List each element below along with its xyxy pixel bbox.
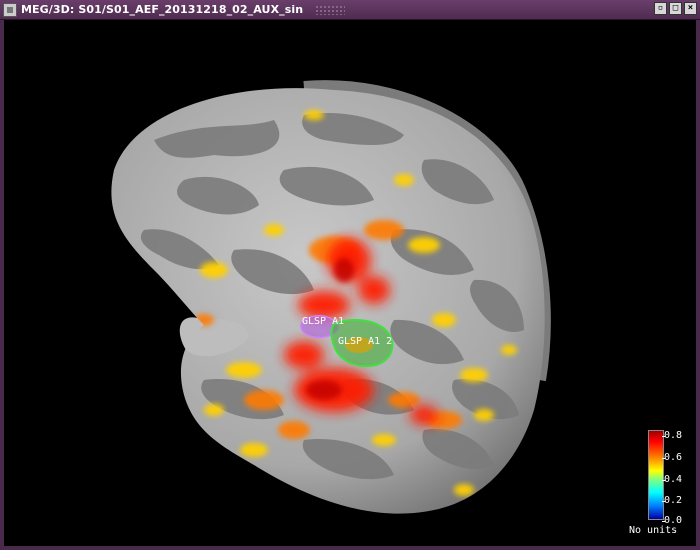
colorbar-units: No units [629,525,678,536]
titlebar-grip [315,4,346,15]
scout-label-a1: GLSP A1 [302,316,345,327]
app-icon[interactable] [3,2,17,17]
colorbar-tick: 0.6 [661,452,683,463]
cortex-surface[interactable] [4,20,696,546]
minimize-button[interactable]: ▫ [654,2,667,15]
3d-viewport[interactable]: GLSP A1 GLSP A1 2 0.8 0.6 0.4 0.2 0.0 No… [4,20,696,546]
title-bar[interactable]: MEG/3D: S01/S01_AEF_20131218_02_AUX_sin … [0,0,700,20]
window-title: MEG/3D: S01/S01_AEF_20131218_02_AUX_sin [21,3,304,16]
meg-3d-window: MEG/3D: S01/S01_AEF_20131218_02_AUX_sin … [0,0,700,550]
maximize-button[interactable]: □ [669,2,682,15]
colorbar-tick: 0.4 [661,474,683,485]
window-controls: ▫ □ × [654,2,697,15]
colorbar [648,430,664,520]
scout-label-a1-2: GLSP A1 2 [338,336,393,347]
close-button[interactable]: × [684,2,697,15]
colorbar-tick: 0.2 [661,495,683,506]
colorbar-tick: 0.8 [661,430,683,441]
